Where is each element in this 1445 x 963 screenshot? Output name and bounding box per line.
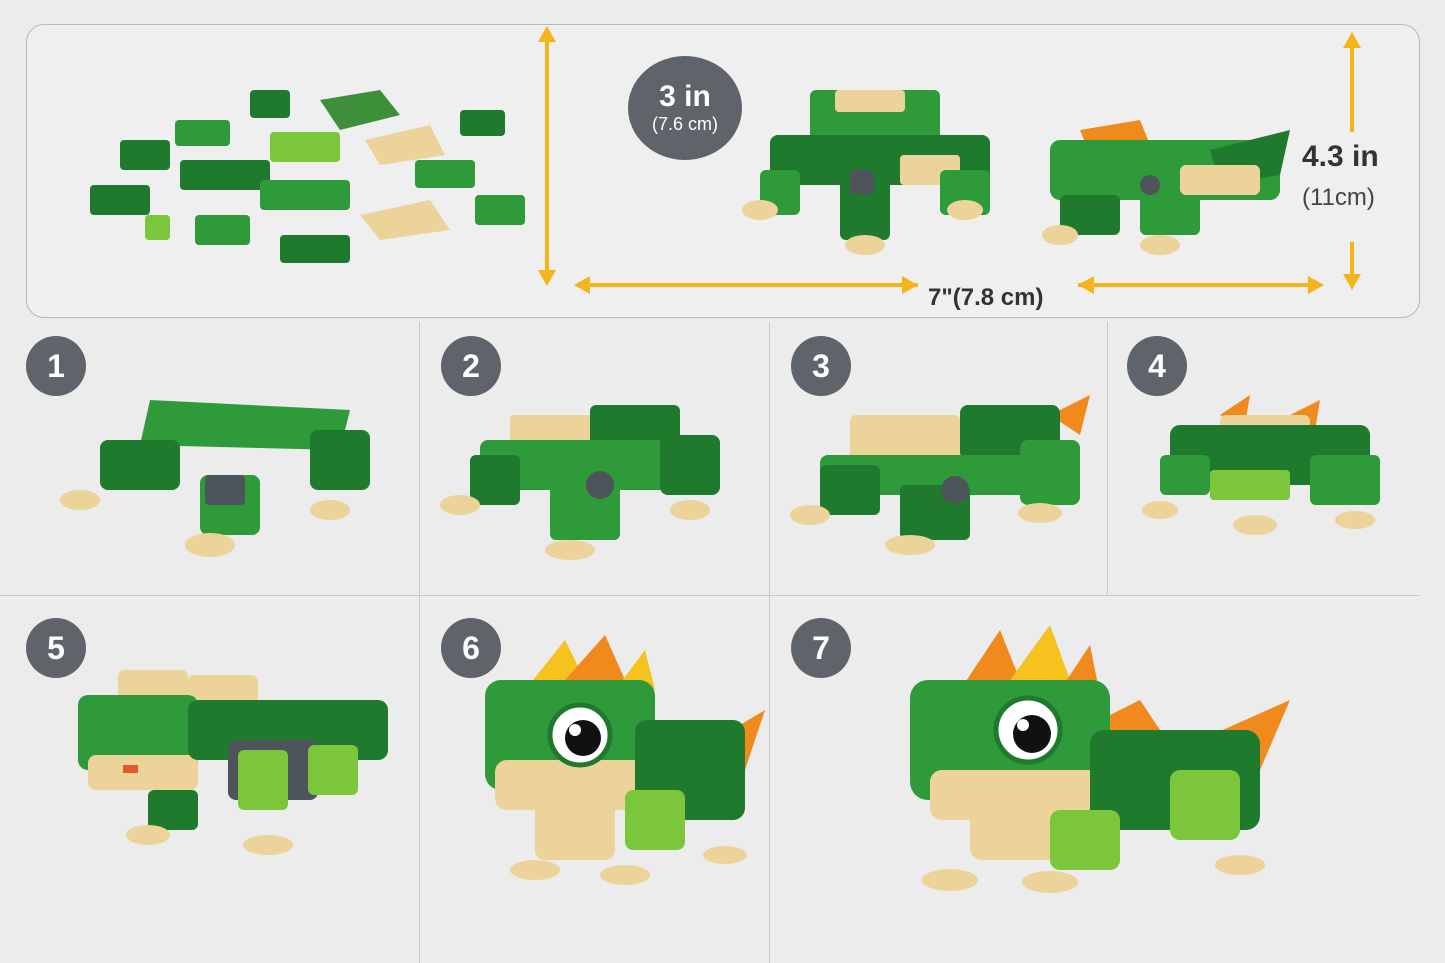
step-5-model-icon: [78, 670, 388, 855]
step-badge-4: 4: [1127, 336, 1187, 396]
step-badge-1: 1: [26, 336, 86, 396]
step-6-model-icon: [485, 635, 765, 885]
step-2-model-icon: [440, 405, 720, 560]
height-metric: (7.6 cm): [651, 114, 718, 134]
assembled-model-front-icon: [1042, 120, 1290, 255]
height-dimension-badge: 3 in (7.6 cm): [628, 56, 742, 160]
step-1-model-icon: [60, 400, 370, 557]
length-metric: (11cm): [1302, 184, 1375, 211]
brick-parts-pile-icon: [90, 90, 525, 263]
step-badge-5: 5: [26, 618, 86, 678]
step-7-model-icon: [910, 625, 1290, 893]
width-label: 7"(7.8 cm): [928, 284, 1044, 311]
column-divider: [419, 322, 420, 963]
step-3-model-icon: [790, 395, 1090, 555]
height-arrow-icon: [538, 26, 556, 286]
step-badge-7: 7: [791, 618, 851, 678]
step-4-model-icon: [1142, 395, 1380, 535]
assembled-model-side-icon: [742, 90, 990, 255]
step-badge-2: 2: [441, 336, 501, 396]
column-divider: [1107, 322, 1108, 595]
height-value: 3 in: [659, 80, 711, 113]
length-value: 4.3 in: [1302, 140, 1379, 173]
row-divider: [0, 595, 1420, 596]
step-badge-3: 3: [791, 336, 851, 396]
